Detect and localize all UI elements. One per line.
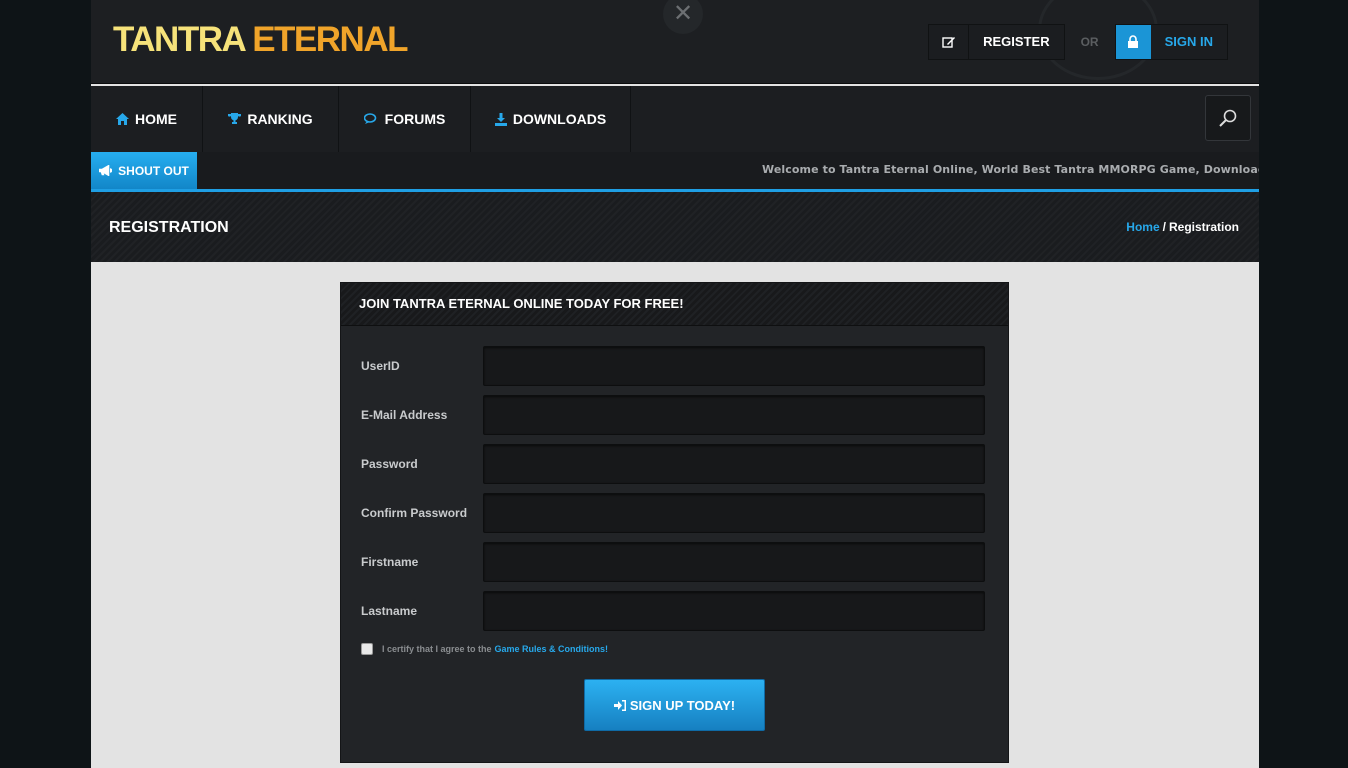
site-logo[interactable]: TANTRA ETERNAL	[113, 20, 408, 60]
shout-out-bar: SHOUT OUT Welcome to Tantra Eternal Onli…	[91, 152, 1259, 192]
auth-actions: REGISTER OR SIGN IN	[928, 24, 1228, 60]
nav-label-downloads: DOWNLOADS	[512, 111, 607, 127]
userid-input[interactable]	[483, 346, 985, 386]
terms-agreement: I certify that I agree to the Game Rules…	[361, 643, 608, 655]
main-nav: HOME RANKING FORUMS DOWNLOADS	[91, 86, 1259, 152]
nav-item-ranking[interactable]: RANKING	[203, 86, 339, 152]
breadcrumb-separator: /	[1162, 220, 1166, 234]
sign-in-arrow-icon	[613, 699, 626, 711]
registration-panel-header: JOIN TANTRA ETERNAL ONLINE TODAY FOR FRE…	[341, 283, 1008, 326]
register-button[interactable]: REGISTER	[928, 24, 1065, 60]
sign-in-button[interactable]: SIGN IN	[1114, 24, 1228, 60]
site-header: TANTRA ETERNAL ✕ REGISTER OR SIGN IN	[91, 0, 1259, 84]
logo-part-1: TANTRA	[113, 20, 245, 59]
form-row-confirm-password: Confirm Password	[361, 493, 986, 533]
close-icon[interactable]: ✕	[663, 0, 703, 34]
breadcrumb: Home / Registration	[1126, 220, 1239, 234]
sign-in-label: SIGN IN	[1164, 34, 1213, 49]
password-label: Password	[361, 457, 418, 471]
nav-label-forums: FORUMS	[384, 111, 446, 127]
terms-link[interactable]: Game Rules & Conditions!	[495, 644, 609, 654]
logo-part-2: ETERNAL	[252, 20, 408, 59]
download-icon	[494, 112, 507, 126]
breadcrumb-current: Registration	[1168, 220, 1239, 234]
nav-item-forums[interactable]: FORUMS	[339, 86, 471, 152]
register-label: REGISTER	[983, 34, 1050, 49]
confirm-password-label: Confirm Password	[361, 506, 468, 520]
or-separator: OR	[1080, 35, 1099, 49]
sign-up-label: SIGN UP TODAY!	[629, 697, 736, 713]
page-title: REGISTRATION	[109, 219, 229, 236]
nav-item-home[interactable]: HOME	[91, 86, 203, 152]
lock-icon	[1115, 25, 1151, 59]
email-label: E-Mail Address	[361, 408, 448, 422]
trophy-icon	[228, 113, 242, 125]
site-wrapper: TANTRA ETERNAL ✕ REGISTER OR SIGN IN HOM…	[91, 0, 1259, 768]
form-row-password: Password	[361, 444, 986, 484]
nav-label-home: HOME	[135, 111, 177, 127]
form-row-email: E-Mail Address	[361, 395, 986, 435]
search-button[interactable]	[1205, 95, 1251, 141]
shout-out-label: SHOUT OUT	[118, 163, 189, 178]
home-icon	[116, 113, 129, 125]
form-row-firstname: Firstname	[361, 542, 986, 582]
terms-text: I certify that I agree to the	[382, 644, 492, 654]
page-title-bar: REGISTRATION Home / Registration	[91, 192, 1259, 262]
nav-item-downloads[interactable]: DOWNLOADS	[471, 86, 631, 152]
password-input[interactable]	[483, 444, 985, 484]
bullhorn-icon	[99, 165, 113, 176]
lastname-input[interactable]	[483, 591, 985, 631]
search-icon	[1219, 109, 1237, 127]
breadcrumb-home-link[interactable]: Home	[1126, 220, 1159, 234]
confirm-password-input[interactable]	[483, 493, 985, 533]
nav-label-ranking: RANKING	[247, 111, 313, 127]
firstname-input[interactable]	[483, 542, 985, 582]
form-row-userid: UserID	[361, 346, 986, 386]
lastname-label: Lastname	[361, 604, 418, 618]
shout-out-tag: SHOUT OUT	[91, 152, 197, 189]
registration-panel: JOIN TANTRA ETERNAL ONLINE TODAY FOR FRE…	[340, 282, 1009, 763]
sign-up-button[interactable]: SIGN UP TODAY!	[584, 679, 765, 731]
email-input[interactable]	[483, 395, 985, 435]
form-row-lastname: Lastname	[361, 591, 986, 631]
userid-label: UserID	[361, 359, 400, 373]
terms-checkbox[interactable]	[361, 643, 373, 655]
comments-icon	[363, 113, 379, 125]
firstname-label: Firstname	[361, 555, 419, 569]
shout-out-marquee: Welcome to Tantra Eternal Online, World …	[762, 163, 1259, 176]
edit-icon	[929, 25, 970, 59]
registration-heading: JOIN TANTRA ETERNAL ONLINE TODAY FOR FRE…	[359, 296, 684, 311]
